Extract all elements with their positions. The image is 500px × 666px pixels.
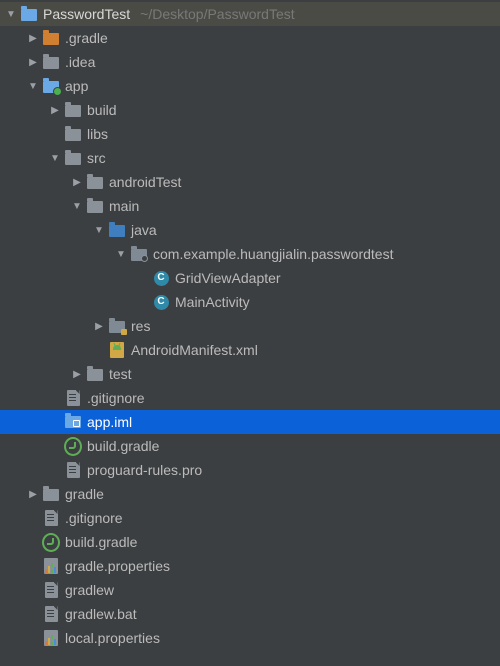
file-icon xyxy=(64,461,82,479)
chevron-down-icon[interactable]: ▼ xyxy=(28,81,38,92)
tree-row[interactable]: ▶ .gradle xyxy=(0,26,500,50)
tree-item-label: AndroidManifest.xml xyxy=(131,342,258,358)
chevron-right-icon[interactable]: ▶ xyxy=(28,33,38,44)
tree-item-label: app xyxy=(65,78,88,94)
tree-row[interactable]: ▼ java xyxy=(0,218,500,242)
file-icon xyxy=(42,581,60,599)
package-icon xyxy=(130,245,148,263)
tree-row[interactable]: gradlew xyxy=(0,578,500,602)
iml-file-icon xyxy=(64,413,82,431)
class-icon: C xyxy=(152,293,170,311)
tree-row[interactable]: build.gradle xyxy=(0,434,500,458)
folder-icon xyxy=(42,29,60,47)
chevron-down-icon[interactable]: ▼ xyxy=(50,153,60,164)
tree-row[interactable]: gradlew.bat xyxy=(0,602,500,626)
folder-icon xyxy=(42,53,60,71)
chevron-right-icon[interactable]: ▶ xyxy=(28,489,38,500)
chevron-down-icon[interactable]: ▼ xyxy=(116,249,126,260)
tree-row[interactable]: ▼ app xyxy=(0,74,500,98)
tree-row[interactable]: .gitignore xyxy=(0,386,500,410)
chevron-right-icon[interactable]: ▶ xyxy=(50,105,60,116)
folder-icon xyxy=(86,173,104,191)
tree-item-label: build.gradle xyxy=(87,438,159,454)
tree-item-label: build.gradle xyxy=(65,534,137,550)
chevron-down-icon[interactable]: ▼ xyxy=(94,225,104,236)
tree-item-label: local.properties xyxy=(65,630,160,646)
properties-file-icon xyxy=(42,557,60,575)
tree-row[interactable]: ▶ .idea xyxy=(0,50,500,74)
tree-item-label: gradle.properties xyxy=(65,558,170,574)
tree-row[interactable]: ▶ build xyxy=(0,98,500,122)
tree-item-label: proguard-rules.pro xyxy=(87,462,202,478)
chevron-down-icon[interactable]: ▼ xyxy=(72,201,82,212)
tree-item-label: .gitignore xyxy=(65,510,123,526)
tree-item-label: main xyxy=(109,198,139,214)
tree-item-label: libs xyxy=(87,126,108,142)
tree-row[interactable]: ▶ androidTest xyxy=(0,170,500,194)
source-folder-icon xyxy=(108,221,126,239)
file-icon xyxy=(64,389,82,407)
tree-row[interactable]: gradle.properties xyxy=(0,554,500,578)
folder-icon xyxy=(42,485,60,503)
tree-item-label: PasswordTest xyxy=(43,6,130,22)
gradle-icon xyxy=(64,437,82,455)
chevron-right-icon[interactable]: ▶ xyxy=(28,57,38,68)
folder-icon xyxy=(86,197,104,215)
tree-row[interactable]: app.iml xyxy=(0,410,500,434)
tree-row[interactable]: ▼ main xyxy=(0,194,500,218)
folder-icon xyxy=(64,125,82,143)
module-folder-icon xyxy=(20,5,38,23)
gradle-icon xyxy=(42,533,60,551)
tree-row[interactable]: ▶ test xyxy=(0,362,500,386)
tree-row[interactable]: ▼ com.example.huangjialin.passwordtest xyxy=(0,242,500,266)
tree-row[interactable]: C GridViewAdapter xyxy=(0,266,500,290)
tree-item-label: build xyxy=(87,102,117,118)
folder-icon xyxy=(64,149,82,167)
tree-item-label: GridViewAdapter xyxy=(175,270,281,286)
tree-item-label: .idea xyxy=(65,54,95,70)
resource-folder-icon xyxy=(108,317,126,335)
file-icon xyxy=(42,509,60,527)
chevron-right-icon[interactable]: ▶ xyxy=(72,369,82,380)
tree-row[interactable]: AndroidManifest.xml xyxy=(0,338,500,362)
tree-item-label: src xyxy=(87,150,106,166)
tree-row[interactable]: local.properties xyxy=(0,626,500,650)
tree-row[interactable]: ▶ gradle xyxy=(0,482,500,506)
chevron-right-icon[interactable]: ▶ xyxy=(72,177,82,188)
tree-item-label: androidTest xyxy=(109,174,181,190)
project-tree[interactable]: ▼ PasswordTest ~/Desktop/PasswordTest ▶ .gra… xyxy=(0,0,500,650)
tree-item-label: MainActivity xyxy=(175,294,250,310)
tree-item-label: gradlew.bat xyxy=(65,606,137,622)
tree-row[interactable]: ▶ res xyxy=(0,314,500,338)
properties-file-icon xyxy=(42,629,60,647)
tree-item-label: test xyxy=(109,366,132,382)
tree-row[interactable]: C MainActivity xyxy=(0,290,500,314)
tree-item-label: com.example.huangjialin.passwordtest xyxy=(153,246,393,262)
folder-icon xyxy=(86,365,104,383)
tree-item-path: ~/Desktop/PasswordTest xyxy=(140,6,294,22)
folder-icon xyxy=(64,101,82,119)
file-icon xyxy=(42,605,60,623)
tree-row[interactable]: ▼ PasswordTest ~/Desktop/PasswordTest xyxy=(0,2,500,26)
module-folder-icon xyxy=(42,77,60,95)
tree-item-label: gradlew xyxy=(65,582,114,598)
tree-row[interactable]: libs xyxy=(0,122,500,146)
tree-item-label: res xyxy=(131,318,150,334)
tree-item-label: .gitignore xyxy=(87,390,145,406)
tree-item-label: gradle xyxy=(65,486,104,502)
tree-item-label: .gradle xyxy=(65,30,108,46)
tree-item-label: java xyxy=(131,222,157,238)
tree-row[interactable]: proguard-rules.pro xyxy=(0,458,500,482)
chevron-down-icon[interactable]: ▼ xyxy=(6,9,16,20)
tree-row[interactable]: .gitignore xyxy=(0,506,500,530)
tree-item-label: app.iml xyxy=(87,414,132,430)
chevron-right-icon[interactable]: ▶ xyxy=(94,321,104,332)
tree-row[interactable]: build.gradle xyxy=(0,530,500,554)
android-manifest-icon xyxy=(108,341,126,359)
class-icon: C xyxy=(152,269,170,287)
tree-row[interactable]: ▼ src xyxy=(0,146,500,170)
